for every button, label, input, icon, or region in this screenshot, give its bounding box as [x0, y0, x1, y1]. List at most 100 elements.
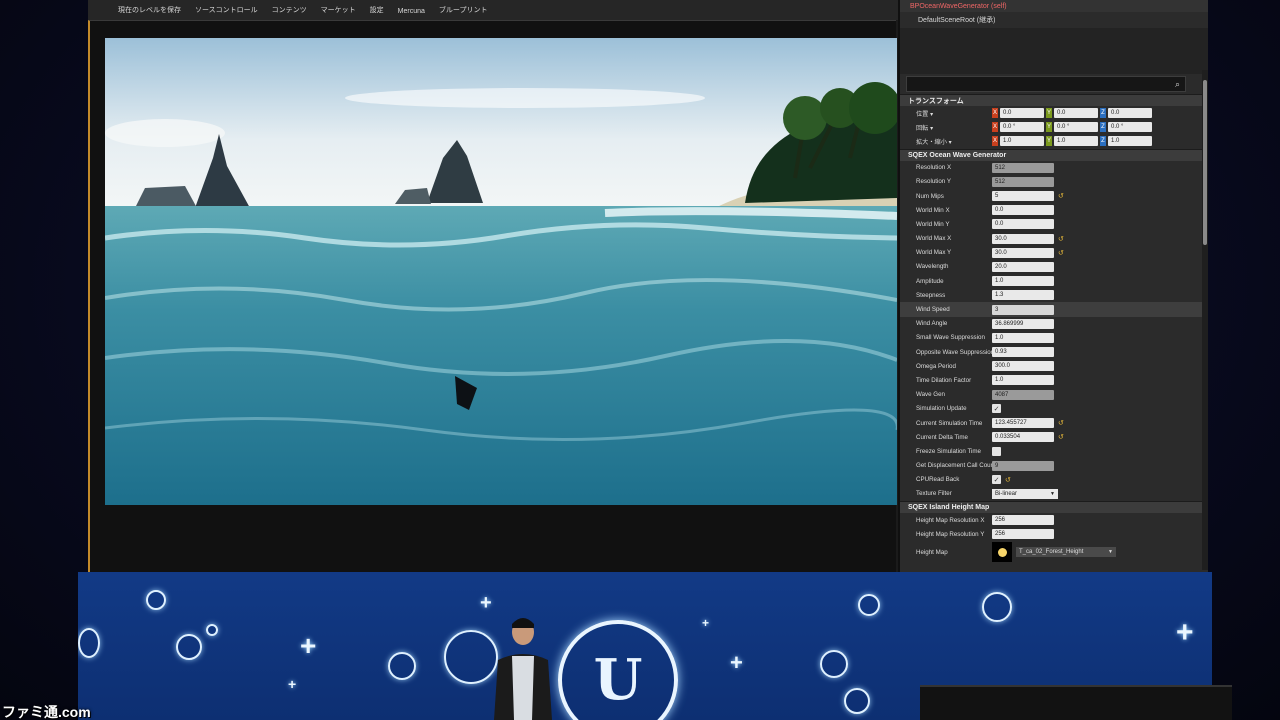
prop-row-amplitude: Amplitude 1.0: [900, 274, 1208, 288]
rotation-label[interactable]: 回転 ▾: [900, 123, 992, 132]
prop-value-small-wave-suppression[interactable]: 1.0: [992, 332, 1054, 343]
editor-toolbar: 現在のレベルを保存 ソースコントロール コンテンツ マーケット 設定 Mercu…: [88, 0, 898, 20]
prop-dropdown-texture-filter[interactable]: Bi-linear: [992, 488, 1058, 499]
prop-row-freeze-simulation-time: Freeze Simulation Time: [900, 444, 1208, 458]
prop-value-omega-period[interactable]: 300.0: [992, 361, 1054, 372]
reset-to-default-icon[interactable]: ↺: [1058, 419, 1064, 427]
rotation-x[interactable]: 0.0 °: [1000, 122, 1044, 133]
location-label[interactable]: 位置 ▾: [900, 109, 992, 118]
prop-label-world-max-y: World Max Y: [916, 249, 952, 257]
prop-value-world-min-y[interactable]: 0.0: [992, 219, 1054, 230]
toolbar-market[interactable]: マーケット: [321, 5, 356, 15]
height-map-asset[interactable]: T_ca_02_Forest_Height: [1016, 547, 1116, 558]
toolbar-settings[interactable]: 設定: [370, 5, 384, 15]
scale-y[interactable]: 1.0: [1054, 136, 1098, 147]
component-root[interactable]: DefaultSceneRoot (継承): [900, 12, 1208, 28]
transform-scale-row: 拡大・縮小 ▾ X 1.0 Y 1.0 Z 1.0: [900, 134, 1208, 148]
component-self[interactable]: BPOceanWaveGenerator (self): [900, 0, 1208, 12]
scale-x[interactable]: 1.0: [1000, 136, 1044, 147]
prop-value-opposite-wave-suppression[interactable]: 0.93: [992, 347, 1054, 358]
toolbar-content[interactable]: コンテンツ: [272, 5, 307, 15]
prop-value-resolution-x[interactable]: 512: [992, 162, 1054, 173]
reset-to-default-icon[interactable]: ↺: [1058, 433, 1064, 441]
prop-value-resolution-y[interactable]: 512: [992, 176, 1054, 187]
prop-row-world-min-y: World Min Y 0.0: [900, 217, 1208, 231]
prop-label-small-wave-suppression: Small Wave Suppression: [916, 334, 985, 342]
section-transform[interactable]: トランスフォーム: [900, 94, 1208, 106]
prop-row-current-delta-time: Current Delta Time 0.033504 ↺: [900, 430, 1208, 444]
prop-row-simulation-update: Simulation Update ✓: [900, 402, 1208, 416]
prop-row-wind-angle: Wind Angle 36.869999: [900, 317, 1208, 331]
prop-value-height-map-resolution-y[interactable]: 256: [992, 529, 1054, 540]
prop-row-height-map-resolution-x: Height Map Resolution X 256: [900, 513, 1208, 527]
prop-label-num-mips: Num Mips: [916, 192, 944, 200]
details-scroll-thumb[interactable]: [1203, 80, 1207, 245]
prop-checkbox-cpuread-back[interactable]: ✓: [992, 475, 1001, 485]
ocean-scene: [105, 38, 897, 505]
prop-label-cpuread-back: CPURead Back: [916, 476, 960, 484]
prop-label-wind-speed: Wind Speed: [916, 306, 950, 314]
prop-value-height-map-resolution-x[interactable]: 256: [992, 515, 1054, 526]
transform-location-row: 位置 ▾ X 0.0 Y 0.0 Z 0.0: [900, 106, 1208, 120]
prop-label-time-dilation-factor: Time Dilation Factor: [916, 376, 972, 384]
toolbar-save-level[interactable]: 現在のレベルを保存: [118, 5, 181, 15]
prop-value-current-simulation-time[interactable]: 123.455727: [992, 418, 1054, 429]
prop-row-wave-gen: Wave Gen 4087: [900, 388, 1208, 402]
search-icon: ⌕: [1174, 79, 1180, 89]
prop-label-texture-filter: Texture Filter: [916, 490, 952, 498]
toolbar-blueprint[interactable]: ブループリント: [439, 5, 488, 15]
reset-to-default-icon[interactable]: ↺: [1058, 249, 1064, 257]
reset-to-default-icon[interactable]: ↺: [1058, 192, 1064, 200]
prop-value-get-displacement-call-count[interactable]: 9: [992, 460, 1054, 471]
prop-row-get-displacement-call-count: Get Displacement Call Count 9: [900, 459, 1208, 473]
details-search-input[interactable]: ⌕: [906, 76, 1186, 92]
level-viewport[interactable]: [105, 38, 897, 505]
prop-value-world-max-x[interactable]: 30.0: [992, 233, 1054, 244]
location-x[interactable]: 0.0: [1000, 108, 1044, 119]
podium: [920, 685, 1232, 720]
scale-label[interactable]: 拡大・縮小 ▾: [900, 137, 992, 146]
prop-row-world-max-y: World Max Y 30.0 ↺: [900, 246, 1208, 260]
height-map-row: Height Map T_ca_02_Forest_Height: [900, 541, 1208, 563]
ocean-surface: [105, 206, 897, 505]
scale-z[interactable]: 1.0: [1108, 136, 1152, 147]
toolbar-mercuna[interactable]: Mercuna: [398, 8, 425, 15]
reset-to-default-icon[interactable]: ↺: [1005, 476, 1011, 484]
prop-value-current-delta-time[interactable]: 0.033504: [992, 432, 1054, 443]
prop-value-wind-angle[interactable]: 36.869999: [992, 318, 1054, 329]
prop-value-wave-gen[interactable]: 4087: [992, 389, 1054, 400]
toolbar-source-control[interactable]: ソースコントロール: [195, 5, 258, 15]
prop-row-num-mips: Num Mips 5 ↺: [900, 189, 1208, 203]
prop-value-num-mips[interactable]: 5: [992, 191, 1054, 202]
prop-value-amplitude[interactable]: 1.0: [992, 276, 1054, 287]
prop-checkbox-freeze-simulation-time[interactable]: [992, 446, 1001, 456]
rotation-z[interactable]: 0.0 °: [1108, 122, 1152, 133]
details-panel: BPOceanWaveGenerator (self) DefaultScene…: [898, 0, 1208, 578]
prop-checkbox-simulation-update[interactable]: ✓: [992, 404, 1001, 414]
prop-row-world-max-x: World Max X 30.0 ↺: [900, 232, 1208, 246]
prop-label-freeze-simulation-time: Freeze Simulation Time: [916, 447, 981, 455]
height-map-label: Height Map: [916, 548, 948, 556]
prop-row-texture-filter: Texture Filter Bi-linear: [900, 487, 1208, 501]
location-z[interactable]: 0.0: [1108, 108, 1152, 119]
prop-label-world-max-x: World Max X: [916, 235, 952, 243]
prop-value-time-dilation-factor[interactable]: 1.0: [992, 375, 1054, 386]
island-property-list: Height Map Resolution X 256 Height Map Res…: [900, 513, 1208, 541]
reset-to-default-icon[interactable]: ↺: [1058, 235, 1064, 243]
prop-label-steepness: Steepness: [916, 291, 946, 299]
prop-value-wind-speed[interactable]: 3: [992, 304, 1054, 315]
location-y[interactable]: 0.0: [1054, 108, 1098, 119]
projection-screen: 現在のレベルを保存 ソースコントロール コンテンツ マーケット 設定 Mercu…: [88, 0, 1208, 580]
prop-row-wavelength: Wavelength 20.0: [900, 260, 1208, 274]
prop-value-steepness[interactable]: 1.3: [992, 290, 1054, 301]
section-island-height-map[interactable]: SQEX Island Height Map: [900, 501, 1208, 514]
height-map-thumbnail[interactable]: [992, 542, 1012, 563]
rotation-y[interactable]: 0.0 °: [1054, 122, 1098, 133]
prop-label-world-min-y: World Min Y: [916, 220, 950, 228]
prop-row-small-wave-suppression: Small Wave Suppression 1.0: [900, 331, 1208, 345]
prop-label-opposite-wave-suppression: Opposite Wave Suppression: [916, 348, 992, 356]
section-ocean-wave-generator[interactable]: SQEX Ocean Wave Generator: [900, 148, 1208, 161]
prop-value-world-max-y[interactable]: 30.0: [992, 247, 1054, 258]
prop-value-world-min-x[interactable]: 0.0: [992, 205, 1054, 216]
prop-value-wavelength[interactable]: 20.0: [992, 261, 1054, 272]
